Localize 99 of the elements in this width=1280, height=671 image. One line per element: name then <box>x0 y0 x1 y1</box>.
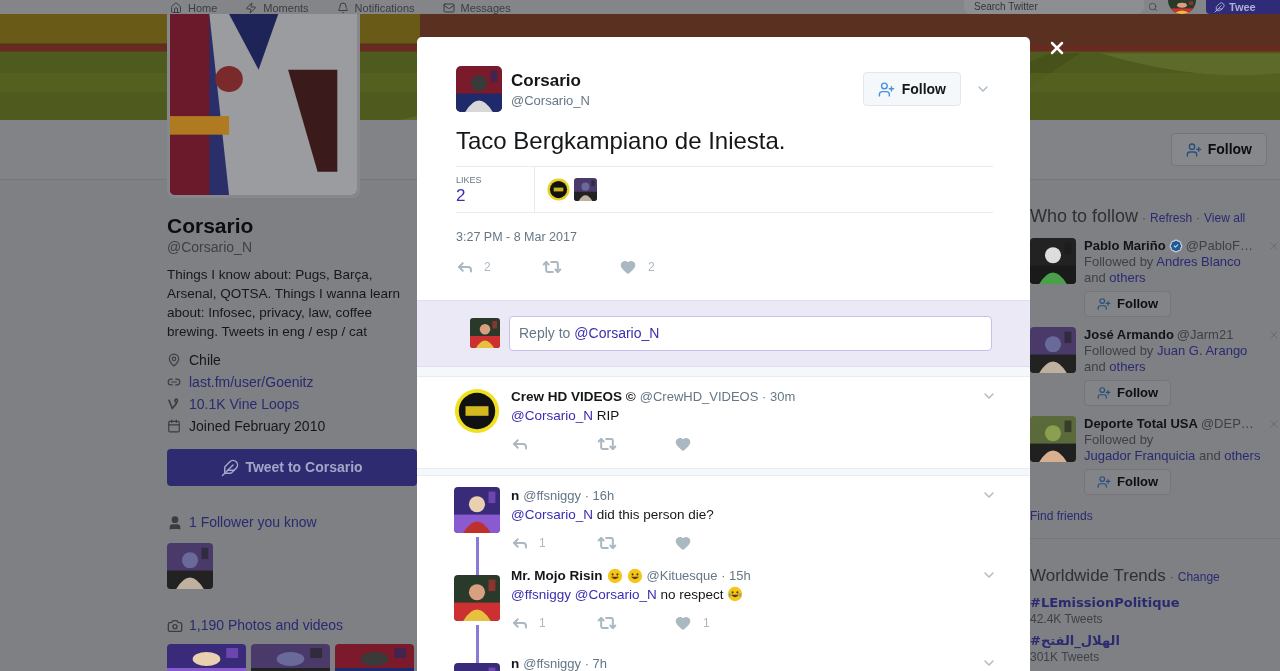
find-friends-link[interactable]: Find friends <box>1030 507 1280 525</box>
account-handle: @Jarm21 <box>1176 327 1234 343</box>
tweet-button[interactable]: Twee <box>1206 0 1280 14</box>
follower-link[interactable]: Andres Blanco <box>1156 254 1241 269</box>
profile-bio: Things I know about: Pugs, Barça, Arsenal, QOTSA. Things I wanna learn about: Infosec, privacy, law, coffee brewing. Tweets in eng / esp / cat <box>167 266 402 341</box>
account-name[interactable]: José Armando <box>1084 327 1174 343</box>
mention-link[interactable]: @Corsario_N <box>511 407 593 423</box>
vine-icon <box>167 397 181 411</box>
follower-link[interactable]: Juan G. Arango <box>1157 343 1248 358</box>
smiley-icon <box>626 567 643 584</box>
nav-tab[interactable]: Notifications <box>336 2 415 14</box>
follow-button[interactable]: Follow <box>1084 469 1172 495</box>
refresh-link[interactable]: Refresh <box>1150 209 1193 227</box>
mail-icon <box>442 2 455 14</box>
reply-count: 2 <box>484 258 491 276</box>
trend-link[interactable]: #LEmissionPolitique <box>1030 594 1280 611</box>
section-title: Worldwide Trends <box>1030 565 1166 587</box>
reply-text: @Corsario_N did this person die? <box>511 505 715 524</box>
nav-tab[interactable]: Home <box>170 2 218 14</box>
followed-by-text: Followed by Juan G. Arango and others <box>1084 343 1249 375</box>
heart-icon[interactable] <box>675 534 691 551</box>
reply-text: @ffsniggy @Corsario_N no respect <box>511 584 997 605</box>
person-icon <box>167 514 183 531</box>
nav-tab[interactable]: Moments <box>245 2 309 14</box>
separator: · <box>1169 569 1174 586</box>
reply-count: 1 <box>539 614 546 632</box>
reply-author-name[interactable]: Crew HD VIDEOS © <box>511 387 636 406</box>
like-count: 1 <box>703 614 710 632</box>
photos-link[interactable]: 1,190 Photos and videos <box>189 615 344 636</box>
account-name[interactable]: Pablo Mariño <box>1084 238 1166 254</box>
follow-icon <box>1097 297 1111 311</box>
tweet-to-button[interactable]: Tweet to Corsario <box>167 449 417 486</box>
follow-icon <box>1185 141 1202 158</box>
smiley-icon <box>606 567 623 584</box>
profile-link[interactable]: 10.1K Vine Loops <box>189 393 300 415</box>
mention-link[interactable]: @Corsario_N <box>574 322 660 344</box>
follower-link[interactable]: Jugador Franquicia <box>1084 448 1196 463</box>
reply-prompt: Reply to <box>519 323 571 343</box>
reply-meta: @ffsniggy · 7h <box>523 654 608 671</box>
reply-author-name[interactable]: Mr. Mojo Risin <box>511 566 603 585</box>
lightning-icon <box>245 2 258 14</box>
reply-field[interactable]: Reply to @Corsario_N <box>509 315 992 351</box>
camera-icon <box>167 617 183 634</box>
change-link[interactable]: Change <box>1177 568 1220 586</box>
view-all-link[interactable]: View all <box>1204 209 1246 227</box>
followed-by-text: Followed by Andres Blanco and others <box>1084 254 1242 286</box>
trend-link[interactable]: #الهلال_الفتح <box>1030 632 1280 649</box>
location-pin-icon <box>167 353 181 367</box>
follow-button[interactable]: Follow <box>1084 291 1172 317</box>
account-name[interactable]: Deporte Total USA <box>1084 416 1198 432</box>
nav-tab[interactable]: Messages <box>442 2 511 14</box>
calendar-icon <box>167 419 181 433</box>
trend-count: 301K Tweets <box>1030 649 1101 665</box>
follow-button[interactable]: Follow <box>1084 380 1172 406</box>
others-link[interactable]: others <box>1109 270 1146 285</box>
reply-meta: @CrewHD_VIDEOS · 30m <box>639 387 796 406</box>
like-count: 2 <box>648 258 655 276</box>
section-title: Who to follow <box>1030 205 1139 228</box>
reply-meta: @ffsniggy · 16h <box>523 486 615 505</box>
heart-icon[interactable] <box>620 258 636 275</box>
mention-link[interactable]: @Corsario_N <box>511 506 593 522</box>
separator: · <box>1196 210 1201 227</box>
follow-icon <box>1097 386 1111 400</box>
profile-name: Corsario <box>167 213 255 239</box>
separator: · <box>1142 210 1147 227</box>
search-icon <box>1148 2 1158 12</box>
profile-link[interactable]: last.fm/user/Goenitz <box>189 371 314 393</box>
reply-count: 1 <box>539 534 546 552</box>
heart-icon[interactable] <box>675 435 691 452</box>
compose-icon <box>1214 1 1225 13</box>
followers-you-know-link[interactable]: 1 Follower you know <box>189 512 317 533</box>
reply-author-name[interactable]: n <box>511 486 520 505</box>
followed-by-text: Followed by Jugador Franquicia and others <box>1084 432 1262 464</box>
profile-detail: Chile <box>189 350 221 370</box>
reply-author-name[interactable]: n <box>511 654 520 671</box>
search-field[interactable]: Search Twitter <box>964 0 1144 14</box>
account-handle: @PabloF… <box>1185 238 1253 254</box>
bell-icon <box>336 2 349 14</box>
link-icon <box>167 375 181 389</box>
likes-label: LIKES <box>456 175 483 185</box>
follow-icon <box>1097 475 1111 489</box>
account-handle: @DEP… <box>1200 416 1254 432</box>
mention-link[interactable]: @Corsario_N <box>574 586 657 602</box>
profile-detail: Joined February 2010 <box>189 416 326 436</box>
others-link[interactable]: others <box>1109 359 1146 374</box>
likes-count[interactable]: 2 <box>456 185 534 207</box>
reply-text: @Corsario_N RIP <box>511 406 621 425</box>
reply-meta: @Kituesque · 15h <box>646 566 751 585</box>
laughing-face-icon <box>727 585 744 602</box>
profile-handle: @Corsario_N <box>167 239 253 255</box>
trend-count: 42.4K Tweets <box>1030 610 1104 627</box>
follow-button[interactable]: Follow <box>1170 133 1267 166</box>
mention-link[interactable]: @ffsniggy <box>511 586 571 602</box>
compose-icon <box>221 458 240 477</box>
tweet-text: Taco Bergkampiano de Iniesta. <box>456 126 787 156</box>
others-link[interactable]: others <box>1224 448 1261 463</box>
home-icon <box>170 2 182 14</box>
heart-icon[interactable] <box>675 614 691 631</box>
tweet-timestamp: 3:27 PM - 8 Mar 2017 <box>456 229 578 246</box>
